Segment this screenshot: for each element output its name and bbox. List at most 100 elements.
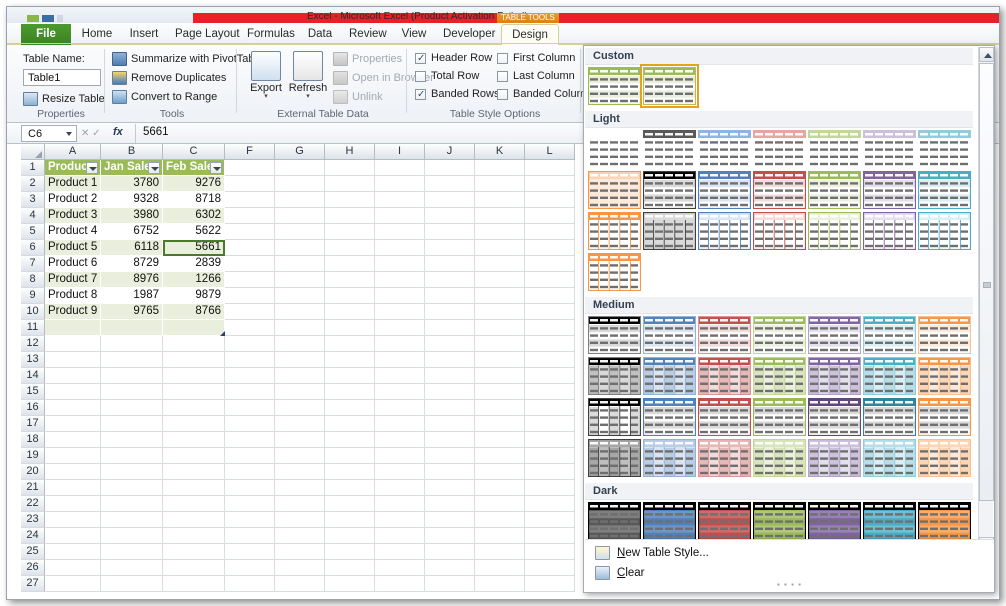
- cell-B22[interactable]: [101, 496, 163, 512]
- tab-file[interactable]: File: [21, 24, 71, 45]
- cell-I18[interactable]: [375, 432, 425, 448]
- cell-I12[interactable]: [375, 336, 425, 352]
- cell-I7[interactable]: [375, 256, 425, 272]
- row-header-21[interactable]: 21: [21, 480, 45, 496]
- cell-K22[interactable]: [475, 496, 525, 512]
- table-style-thumbnail-dark-1-4[interactable]: [752, 501, 807, 541]
- table-insert-row-c3[interactable]: [163, 320, 225, 336]
- cell-C27[interactable]: [163, 576, 225, 592]
- column-header-C[interactable]: C: [163, 144, 225, 160]
- table-style-thumbnail-medium-2-7[interactable]: [917, 356, 972, 396]
- table-style-thumbnail-medium-4-4[interactable]: [752, 438, 807, 478]
- cell-F27[interactable]: [225, 576, 275, 592]
- cell-C21[interactable]: [163, 480, 225, 496]
- row-header-23[interactable]: 23: [21, 512, 45, 528]
- table-cell-r4c3[interactable]: 6302: [163, 208, 225, 224]
- table-style-thumbnail-dark-1-5[interactable]: [807, 501, 862, 541]
- row-header-22[interactable]: 22: [21, 496, 45, 512]
- cell-I25[interactable]: [375, 544, 425, 560]
- table-cell-r3c2[interactable]: 9328: [101, 192, 163, 208]
- cell-F20[interactable]: [225, 464, 275, 480]
- cell-H5[interactable]: [325, 224, 375, 240]
- cell-L2[interactable]: [525, 176, 575, 192]
- export-dropdown-arrow[interactable]: ▾: [245, 93, 287, 100]
- cell-J1[interactable]: [425, 160, 475, 176]
- cell-J9[interactable]: [425, 288, 475, 304]
- cell-F7[interactable]: [225, 256, 275, 272]
- clear-button[interactable]: Clear: [593, 564, 645, 582]
- cell-K12[interactable]: [475, 336, 525, 352]
- cell-C24[interactable]: [163, 528, 225, 544]
- row-header-1[interactable]: 1: [21, 160, 45, 176]
- table-style-thumbnail-medium-3-3[interactable]: [697, 397, 752, 437]
- cell-K24[interactable]: [475, 528, 525, 544]
- table-style-thumbnail-light-4-1[interactable]: [587, 252, 642, 292]
- table-cell-r9c1[interactable]: Product 8: [45, 288, 101, 304]
- column-header-K[interactable]: K: [475, 144, 525, 160]
- row-header-14[interactable]: 14: [21, 368, 45, 384]
- table-name-input[interactable]: Table1: [23, 69, 101, 86]
- cell-I20[interactable]: [375, 464, 425, 480]
- name-box[interactable]: C6: [21, 125, 77, 142]
- row-header-4[interactable]: 4: [21, 208, 45, 224]
- table-cell-r8c2[interactable]: 8976: [101, 272, 163, 288]
- table-style-thumbnail-medium-3-7[interactable]: [917, 397, 972, 437]
- cell-C20[interactable]: [163, 464, 225, 480]
- cell-H11[interactable]: [325, 320, 375, 336]
- cell-L27[interactable]: [525, 576, 575, 592]
- cell-G21[interactable]: [275, 480, 325, 496]
- cell-I10[interactable]: [375, 304, 425, 320]
- table-style-thumbnail-light-1-4[interactable]: [753, 130, 806, 168]
- table-style-thumbnail-medium-3-4[interactable]: [752, 397, 807, 437]
- cell-I16[interactable]: [375, 400, 425, 416]
- cell-J15[interactable]: [425, 384, 475, 400]
- cell-K14[interactable]: [475, 368, 525, 384]
- table-cell-r5c3[interactable]: 5622: [163, 224, 225, 240]
- table-style-thumbnail-medium-4-7[interactable]: [917, 438, 972, 478]
- cell-G9[interactable]: [275, 288, 325, 304]
- table-cell-r8c1[interactable]: Product 7: [45, 272, 101, 288]
- cell-H20[interactable]: [325, 464, 375, 480]
- table-style-thumbnail-light-2-5[interactable]: [807, 170, 862, 210]
- scroll-up-icon[interactable]: [979, 47, 994, 62]
- table-style-thumbnail-dark-1-2[interactable]: [642, 501, 697, 541]
- cell-G12[interactable]: [275, 336, 325, 352]
- cell-A14[interactable]: [45, 368, 101, 384]
- row-header-19[interactable]: 19: [21, 448, 45, 464]
- table-style-thumbnail-medium-2-5[interactable]: [807, 356, 862, 396]
- cell-J16[interactable]: [425, 400, 475, 416]
- table-resize-handle[interactable]: [220, 331, 225, 336]
- cell-J11[interactable]: [425, 320, 475, 336]
- cell-L18[interactable]: [525, 432, 575, 448]
- tab-view[interactable]: View: [393, 24, 435, 45]
- table-style-thumbnail-medium-1-4[interactable]: [752, 315, 807, 355]
- cell-F6[interactable]: [225, 240, 275, 256]
- cell-F1[interactable]: [225, 160, 275, 176]
- cell-A23[interactable]: [45, 512, 101, 528]
- cell-J2[interactable]: [425, 176, 475, 192]
- cell-A24[interactable]: [45, 528, 101, 544]
- cell-J14[interactable]: [425, 368, 475, 384]
- table-cell-r2c3[interactable]: 9276: [163, 176, 225, 192]
- chevron-down-icon[interactable]: [66, 132, 72, 136]
- option-header-row[interactable]: Header Row: [415, 51, 492, 66]
- tab-home[interactable]: Home: [73, 24, 121, 45]
- cell-G15[interactable]: [275, 384, 325, 400]
- cell-K10[interactable]: [475, 304, 525, 320]
- option-last-column[interactable]: Last Column: [497, 69, 575, 84]
- cell-F8[interactable]: [225, 272, 275, 288]
- cell-L19[interactable]: [525, 448, 575, 464]
- cell-F3[interactable]: [225, 192, 275, 208]
- row-header-18[interactable]: 18: [21, 432, 45, 448]
- cell-C23[interactable]: [163, 512, 225, 528]
- cell-K17[interactable]: [475, 416, 525, 432]
- row-header-15[interactable]: 15: [21, 384, 45, 400]
- cell-K13[interactable]: [475, 352, 525, 368]
- column-header-I[interactable]: I: [375, 144, 425, 160]
- table-cell-r5c2[interactable]: 6752: [101, 224, 163, 240]
- table-style-thumbnail-light-3-2[interactable]: [642, 211, 697, 251]
- tab-developer[interactable]: Developer: [435, 24, 501, 45]
- new-table-style-button[interactable]: New Table Style...: [593, 544, 709, 562]
- checkbox-first-column[interactable]: [497, 53, 508, 64]
- cell-G10[interactable]: [275, 304, 325, 320]
